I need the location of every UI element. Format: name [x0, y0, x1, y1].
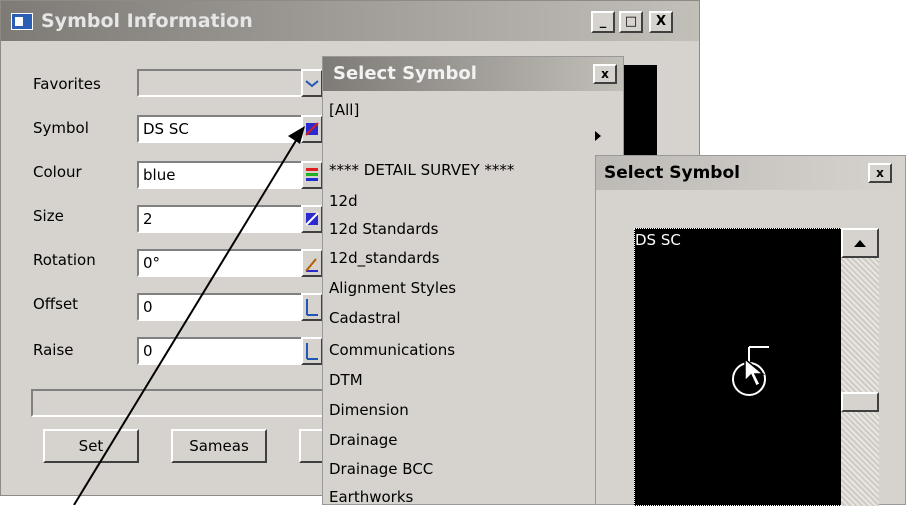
annotation-arrow — [73, 126, 305, 505]
